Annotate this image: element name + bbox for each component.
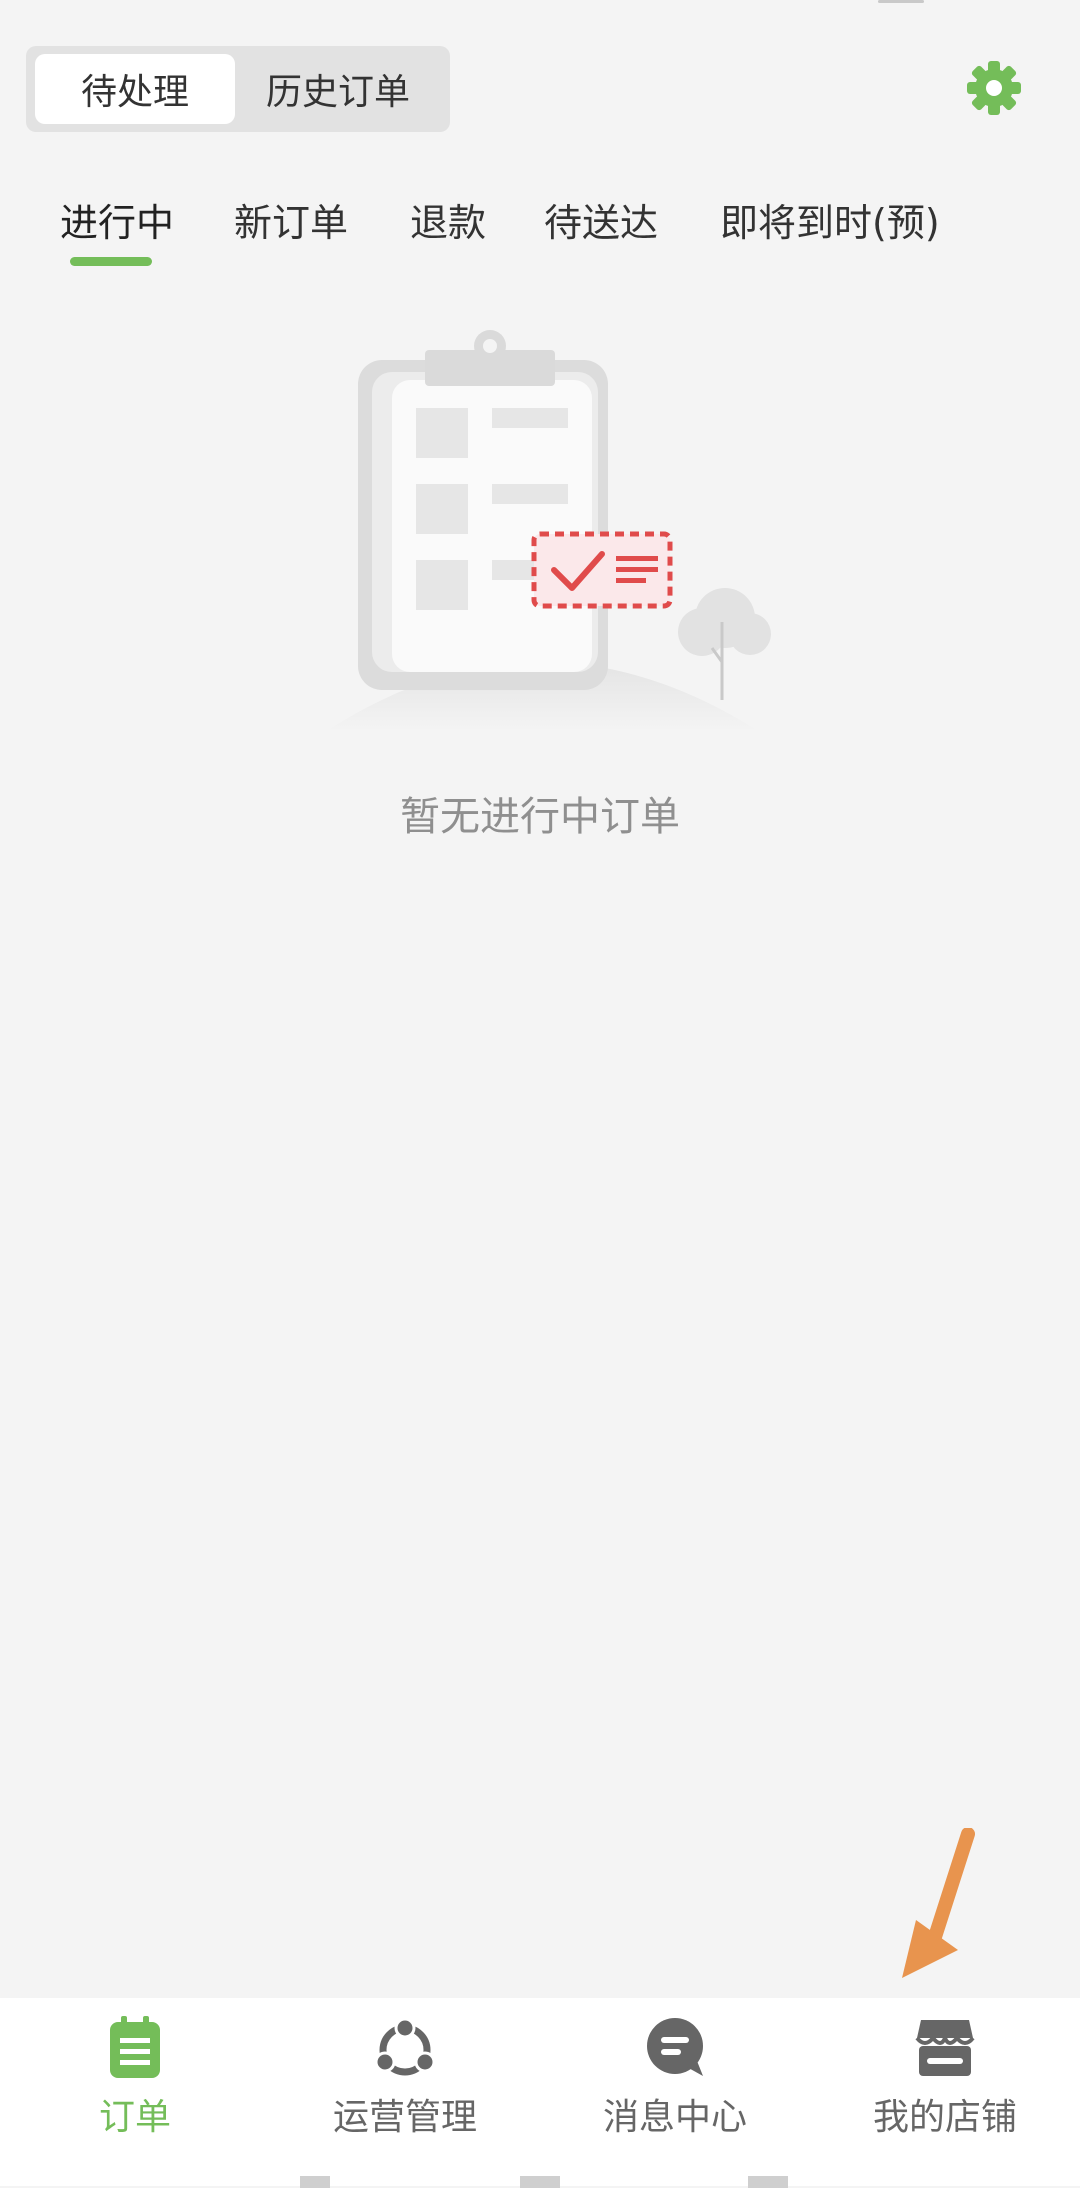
nav-orders-label: 订单	[98, 2097, 171, 2138]
active-tab-indicator	[70, 257, 152, 266]
nav-operations-label: 运营管理	[332, 2097, 477, 2138]
system-recents-stub	[748, 2176, 788, 2188]
annotation-arrow	[902, 1828, 975, 1978]
nav-orders[interactable]: 订单	[0, 1998, 270, 2148]
segment-history[interactable]: 历史订单	[235, 54, 441, 124]
tab-refund[interactable]: 退款	[410, 192, 486, 247]
nav-messages[interactable]: 消息中心	[540, 1998, 810, 2148]
message-icon	[647, 2018, 703, 2076]
operations-icon	[375, 2017, 435, 2076]
system-back-stub	[300, 2176, 330, 2188]
empty-clipboard-illustration	[325, 330, 771, 732]
segment-pending[interactable]: 待处理	[35, 54, 235, 124]
segmented-control: 待处理 历史订单	[26, 46, 450, 132]
nav-my-store-label: 我的店铺	[872, 2097, 1017, 2138]
status-bar-stub	[878, 0, 924, 3]
bottom-nav: 订单 运营管理 消息中心 我的店铺	[0, 1998, 1080, 2188]
nav-messages-label: 消息中心	[602, 2097, 747, 2138]
nav-my-store[interactable]: 我的店铺	[810, 1998, 1080, 2148]
system-home-stub	[520, 2176, 560, 2188]
tab-in-progress[interactable]: 进行中	[60, 192, 174, 247]
nav-operations[interactable]: 运营管理	[270, 1998, 540, 2148]
tab-due-soon[interactable]: 即将到时(预)	[720, 192, 940, 247]
order-icon	[110, 2016, 160, 2078]
tab-new-orders[interactable]: 新订单	[234, 192, 348, 247]
tab-to-deliver[interactable]: 待送达	[544, 192, 658, 247]
gear-icon[interactable]	[966, 60, 1022, 116]
store-icon	[915, 2020, 975, 2076]
empty-state-message: 暂无进行中订单	[400, 794, 680, 840]
